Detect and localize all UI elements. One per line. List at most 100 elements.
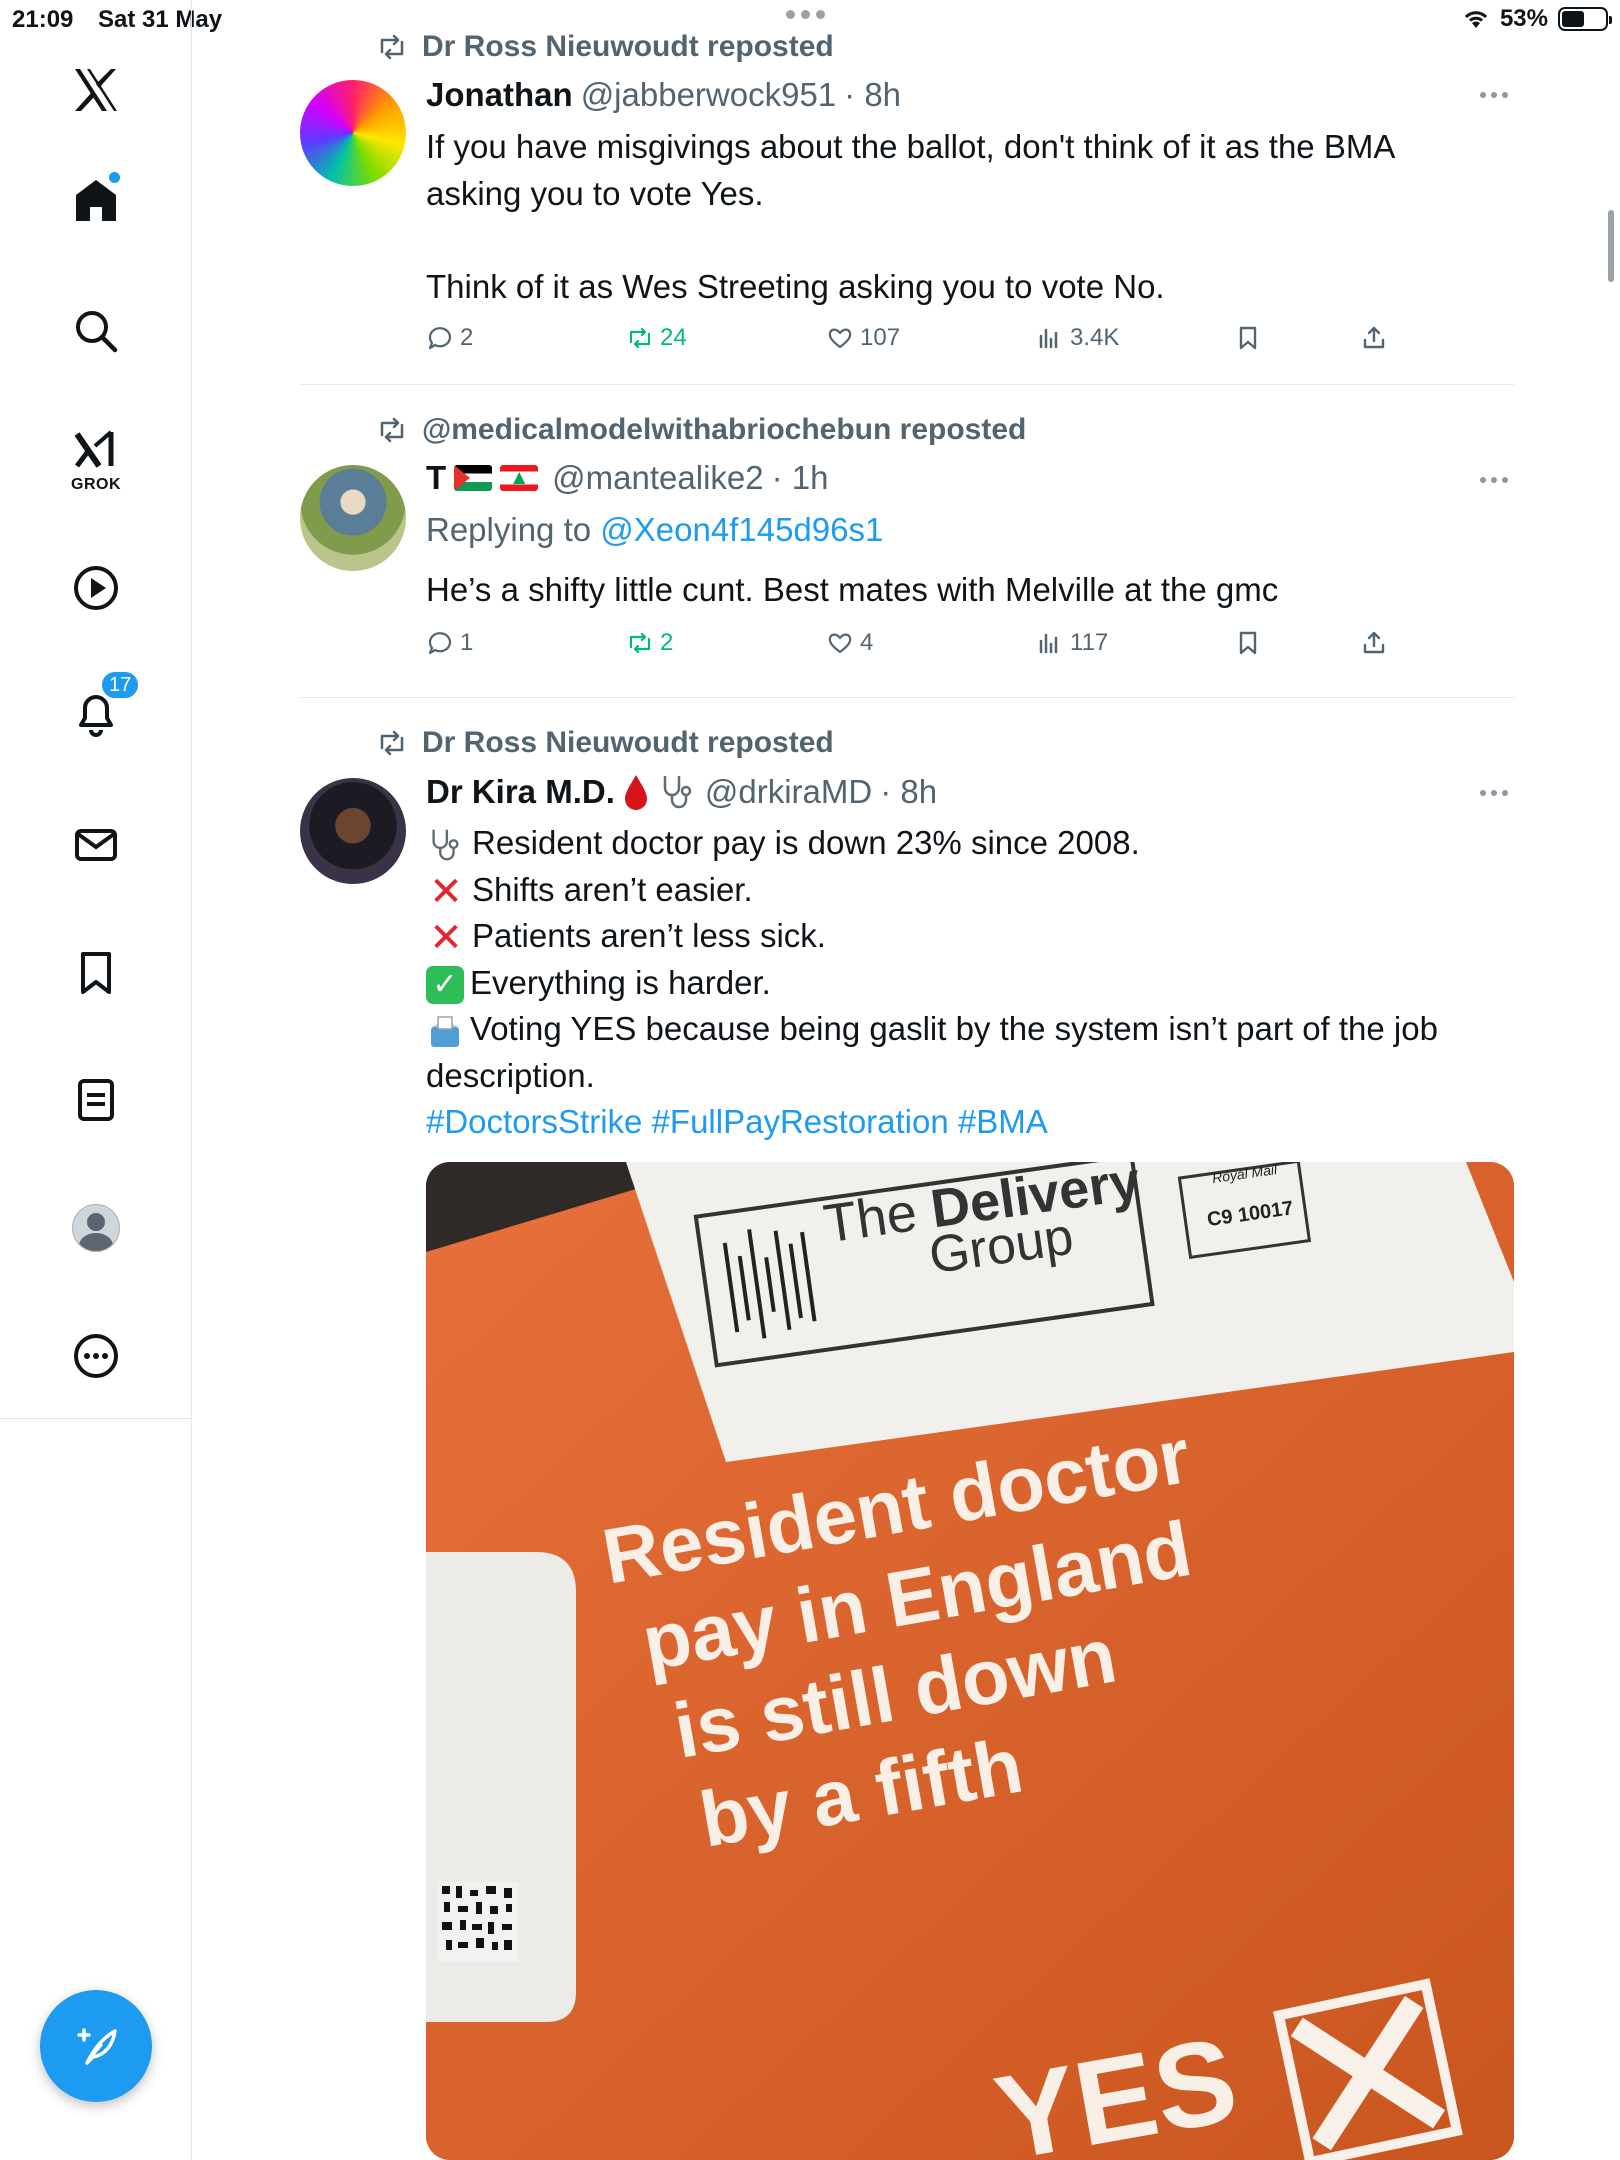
tweet-text-line: Think of it as Wes Streeting asking you … (426, 267, 1165, 305)
reply-count: 1 (460, 629, 474, 656)
tweet-actions: 1 2 4 117 (426, 629, 1426, 669)
sidebar-item-grok[interactable]: GROK (56, 420, 136, 500)
post-time[interactable]: · 1h (772, 459, 829, 497)
tweet-card[interactable]: Dr Ross Nieuwoudt reposted Dr Kira M.D. … (300, 698, 1514, 2160)
like-count: 4 (860, 629, 874, 656)
avatar[interactable] (300, 778, 406, 884)
sidebar-item-lists[interactable] (56, 1060, 136, 1140)
tweet-text: He’s a shifty little cunt. Best mates wi… (426, 567, 1514, 614)
reply-button[interactable]: 2 (426, 324, 473, 352)
reply-button[interactable]: 1 (426, 629, 473, 657)
heart-icon (828, 633, 852, 654)
profile-avatar-icon (72, 1204, 120, 1252)
reply-context: Replying to @Xeon4f145d96s1 (426, 507, 1514, 554)
sidebar-item-notifications[interactable]: 17 (56, 670, 141, 752)
tweet-header: Dr Kira M.D. @drkiraMD · 8h (426, 772, 937, 812)
tweet-header: T @mantealike2 · 1h (426, 459, 829, 497)
sidebar-item-explore[interactable] (56, 291, 136, 371)
like-button[interactable]: 107 (826, 324, 900, 352)
views-count: 117 (1070, 629, 1109, 656)
like-button[interactable]: 4 (826, 629, 873, 657)
more-options-icon[interactable] (1474, 790, 1514, 802)
bookmark-button[interactable] (1234, 629, 1262, 657)
avatar[interactable] (300, 465, 406, 571)
replying-to-link[interactable]: @Xeon4f145d96s1 (600, 511, 883, 548)
tweet-text-segment: Resident doctor pay is down 23% since 20… (472, 824, 1140, 861)
reply-icon (428, 327, 452, 350)
author-name[interactable]: Dr Kira M.D. (426, 773, 615, 811)
bookmark-icon (1239, 326, 1257, 350)
author-name[interactable]: T (426, 459, 446, 497)
check-mark-icon: ✓ (426, 965, 464, 1004)
bookmark-icon (81, 952, 111, 994)
author-handle[interactable]: @mantealike2 (552, 459, 763, 497)
share-icon (1363, 631, 1385, 654)
sidebar-item-messages[interactable] (56, 805, 136, 885)
tweet-text-line: ✓ Everything is harder. (426, 960, 1514, 1007)
bookmark-icon (1239, 631, 1257, 655)
author-handle[interactable]: @drkiraMD (705, 773, 872, 811)
search-icon (76, 311, 118, 353)
repost-icon (380, 34, 404, 60)
repost-icon (380, 730, 404, 756)
notifications-badge: 17 (100, 670, 141, 700)
repost-count: 24 (660, 324, 687, 351)
sidebar-item-more[interactable] (56, 1316, 136, 1396)
replying-prefix: Replying to (426, 511, 601, 548)
views-button[interactable]: 117 (1036, 629, 1108, 657)
sidebar-item-profile[interactable] (56, 1188, 136, 1268)
views-count: 3.4K (1070, 324, 1120, 351)
tweet-text-line (426, 217, 1514, 264)
tweet-media-image[interactable]: The Delivery Group Royal Mail C9 10017 R… (426, 1162, 1514, 2160)
share-button[interactable] (1360, 324, 1388, 352)
reply-icon (428, 632, 452, 655)
tweet-text-line: ✕ Patients aren’t less sick. (426, 913, 1514, 960)
hashtags-link[interactable]: #DoctorsStrike #FullPayRestoration #BMA (426, 1099, 1514, 1146)
share-button[interactable] (1360, 629, 1388, 657)
grok-label: GROK (71, 476, 121, 493)
lebanon-flag-icon (500, 465, 539, 491)
tweet-text-line: description. (426, 1056, 595, 1094)
tweet-text-line: He’s a shifty little cunt. Best mates wi… (426, 571, 1279, 608)
palestine-flag-icon (454, 465, 493, 491)
brand-the: The (820, 1182, 921, 1255)
tweet-text-line: If you have misgivings about the ballot,… (426, 128, 1396, 165)
like-count: 107 (860, 324, 901, 351)
compose-post-button[interactable] (40, 1990, 152, 2102)
sidebar-item-home[interactable] (56, 160, 136, 240)
bookmark-button[interactable] (1234, 324, 1262, 352)
tweet-actions: 2 24 107 3.4K (426, 324, 1426, 364)
author-name[interactable]: Jonathan (426, 76, 573, 114)
post-time[interactable]: · 8h (844, 76, 901, 114)
tweet-text-line: Voting YES because being gaslit by the s… (426, 1006, 1514, 1053)
views-button[interactable]: 3.4K (1036, 324, 1119, 352)
bar-chart-icon (1039, 633, 1058, 654)
sidebar-item-video[interactable] (56, 548, 136, 628)
repost-icon (629, 327, 651, 349)
tweet-text-segment: Everything is harder. (470, 963, 771, 1001)
sidebar-item-bookmarks[interactable] (56, 933, 136, 1013)
tweet-text-segment: Patients aren’t less sick. (472, 917, 826, 954)
x-logo-icon[interactable] (56, 50, 136, 130)
repost-button[interactable]: 2 (626, 629, 673, 657)
more-options-icon[interactable] (1474, 92, 1514, 104)
feed-scrollbar[interactable] (1608, 210, 1614, 282)
avatar[interactable] (300, 80, 406, 186)
tweet-card[interactable]: Dr Ross Nieuwoudt reposted Jonathan @jab… (300, 0, 1514, 384)
sidebar-divider (0, 1418, 192, 1419)
repost-button[interactable]: 24 (626, 324, 687, 352)
play-circle-icon (74, 566, 118, 610)
cross-mark-icon: ✕ (429, 869, 463, 914)
tweet-header: Jonathan @jabberwock951 · 8h (426, 76, 901, 114)
repost-icon (629, 632, 651, 654)
repost-context: Dr Ross Nieuwoudt reposted (376, 726, 834, 760)
post-time[interactable]: · 8h (880, 773, 937, 811)
home-unread-dot (109, 172, 120, 183)
author-handle[interactable]: @jabberwock951 (581, 76, 836, 114)
tweet-card[interactable]: @medicalmodelwithabriochebun reposted T … (300, 385, 1514, 697)
ballot-box-icon (431, 1016, 459, 1048)
more-options-icon[interactable] (1474, 477, 1514, 489)
bar-chart-icon (1039, 328, 1058, 349)
cross-mark-icon: ✕ (429, 916, 463, 961)
more-circle-icon (74, 1334, 118, 1378)
